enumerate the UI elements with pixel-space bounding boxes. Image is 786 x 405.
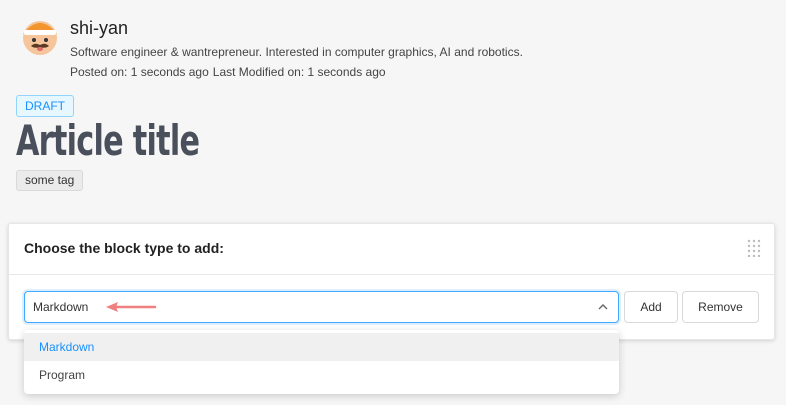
select-value: Markdown bbox=[33, 300, 89, 314]
post-dates: Posted on: 1 seconds ago Last Modified on… bbox=[70, 65, 386, 79]
card-header: Choose the block type to add: bbox=[9, 224, 774, 275]
block-type-dropdown: Markdown Program bbox=[24, 330, 619, 394]
arrow-left-icon bbox=[106, 302, 157, 312]
card-title: Choose the block type to add: bbox=[24, 240, 224, 256]
status-badge: DRAFT bbox=[16, 95, 74, 117]
author-name[interactable]: shi-yan bbox=[70, 18, 128, 39]
posted-date: Posted on: 1 seconds ago bbox=[70, 65, 209, 79]
chevron-up-icon bbox=[598, 304, 608, 310]
remove-button[interactable]: Remove bbox=[682, 291, 759, 323]
author-bio: Software engineer & wantrepreneur. Inter… bbox=[70, 45, 523, 59]
author-header: shi-yan Software engineer & wantrepreneu… bbox=[20, 14, 780, 84]
modified-date: Last Modified on: 1 seconds ago bbox=[212, 65, 386, 79]
tag-chip[interactable]: some tag bbox=[16, 170, 84, 191]
option-markdown[interactable]: Markdown bbox=[24, 333, 619, 361]
article-title[interactable]: Article title bbox=[16, 116, 200, 165]
option-program[interactable]: Program bbox=[24, 361, 619, 389]
drag-handle-icon[interactable] bbox=[747, 239, 761, 257]
add-button[interactable]: Add bbox=[624, 291, 678, 323]
block-picker-card: Choose the block type to add: Markdown A… bbox=[8, 223, 775, 340]
avatar-face-icon bbox=[23, 21, 57, 55]
block-type-select[interactable]: Markdown bbox=[24, 291, 619, 323]
